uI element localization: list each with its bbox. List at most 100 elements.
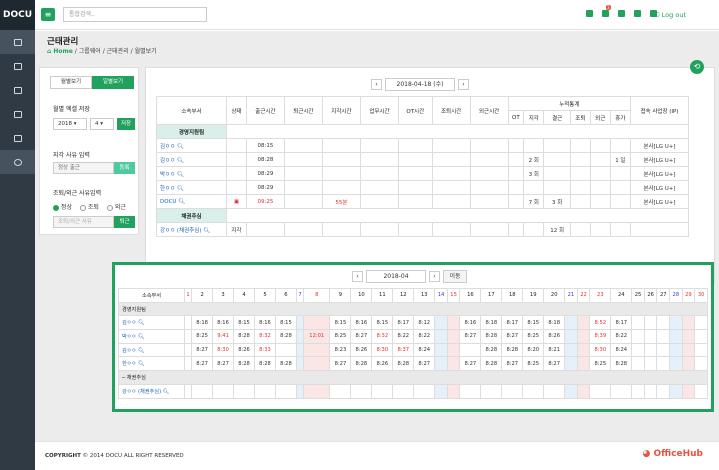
document-icon[interactable]: ▣ bbox=[234, 199, 239, 205]
employee-name-link[interactable]: 한ㅇㅇ 🔍︎ bbox=[118, 356, 185, 372]
daily-date-input[interactable]: 2018-04-18 (수) bbox=[385, 78, 455, 91]
radio-normal[interactable]: 정상 bbox=[53, 202, 72, 211]
employee-name-link[interactable]: 김ㅇㅇ 🔍︎ bbox=[118, 315, 185, 331]
logout-button[interactable]: ⎋ Log out bbox=[654, 11, 686, 20]
search-icon[interactable]: 🔍︎ bbox=[138, 348, 145, 354]
search-icon[interactable]: 🔍︎ bbox=[138, 361, 145, 367]
briefcase-icon bbox=[13, 86, 22, 94]
day-cell: 8:27 bbox=[459, 356, 482, 372]
tab-monthly[interactable]: 월별보기 bbox=[50, 76, 92, 89]
stat-cell bbox=[589, 194, 611, 209]
clock-icon bbox=[13, 158, 22, 166]
excel-save-button[interactable]: 저장 bbox=[117, 118, 135, 130]
day-cell: 8:28 bbox=[392, 356, 415, 372]
breadcrumb-item[interactable]: 그룹웨어 bbox=[79, 48, 101, 55]
collapse-icon[interactable]: ⟲ bbox=[690, 60, 704, 74]
header-row: 소속부서 상태 출근시간 퇴근시간 지각시간 업무시간 OT시간 조퇴시간 외근시간 누적통계 접속… bbox=[156, 96, 689, 125]
search-icon[interactable]: 🔍︎ bbox=[138, 320, 145, 326]
day-cell bbox=[656, 356, 671, 372]
sidebar-item-settings[interactable] bbox=[0, 126, 35, 150]
checkin-time bbox=[245, 222, 285, 237]
search-icon[interactable]: 🔍︎ bbox=[177, 172, 184, 178]
search-icon[interactable]: 🔍︎ bbox=[177, 186, 184, 192]
employee-name-link[interactable]: 강ㅇㅇ (채권추심) 🔍︎ bbox=[118, 383, 185, 399]
daily-date-bar: ‹ 2018-04-18 (수) › bbox=[371, 78, 469, 91]
stat-cell bbox=[609, 138, 632, 153]
day-cell: 8:28 bbox=[233, 356, 255, 372]
day-cell: 8:25 bbox=[589, 356, 612, 372]
year-select[interactable]: 2018 ▾ bbox=[53, 118, 87, 130]
breadcrumb-home[interactable]: ⌂ Home bbox=[47, 48, 73, 55]
day-cell: 8:25 bbox=[191, 329, 214, 344]
prev-month-button[interactable]: ‹ bbox=[352, 271, 363, 282]
employee-name-link[interactable]: 김ㅇㅇ 🔍︎ bbox=[156, 138, 227, 153]
employee-name-link[interactable]: 강ㅇㅇ (채권추심) 🔍︎ bbox=[156, 222, 227, 237]
menu-toggle-button[interactable]: ≡ bbox=[41, 8, 55, 21]
leave-button[interactable]: 퇴근 bbox=[114, 216, 135, 228]
day-cell bbox=[681, 329, 696, 344]
day-header: 26 bbox=[643, 288, 658, 303]
day-cell: 8:27 bbox=[543, 356, 566, 372]
day-cell: 8:27 bbox=[212, 356, 235, 372]
tab-daily[interactable]: 일별보기 bbox=[92, 76, 134, 89]
edit-icon[interactable] bbox=[634, 10, 641, 17]
stat-cell bbox=[543, 152, 571, 167]
sidebar-item-copy[interactable] bbox=[0, 102, 35, 126]
day-cell: 8:22 bbox=[413, 329, 436, 344]
search-icon[interactable]: 🔍︎ bbox=[177, 144, 184, 150]
breadcrumb-item[interactable]: 근태관리 bbox=[107, 48, 129, 55]
register-button[interactable]: 등록 bbox=[114, 162, 135, 174]
day-cell bbox=[576, 383, 591, 399]
next-day-button[interactable]: › bbox=[458, 79, 469, 90]
column-header: 업무시간 bbox=[359, 96, 399, 125]
breadcrumb-current: 월별보기 bbox=[134, 48, 157, 55]
mail-icon[interactable]: 3 bbox=[602, 5, 611, 17]
month-input[interactable]: 2018-04 bbox=[366, 270, 426, 283]
search-icon[interactable]: 🔍︎ bbox=[203, 228, 210, 234]
search-icon[interactable]: 🔍︎ bbox=[177, 158, 184, 164]
search-input[interactable]: 통합검색.. bbox=[63, 7, 207, 22]
column-header: 지각시간 bbox=[321, 96, 361, 125]
checkout-time bbox=[283, 138, 323, 153]
day-header: 15 bbox=[446, 288, 461, 303]
employee-name-link[interactable]: 한ㅇㅇ 🔍︎ bbox=[156, 180, 227, 195]
status-cell bbox=[226, 138, 247, 153]
move-button[interactable]: 이동 bbox=[443, 270, 467, 283]
table-row: DOCU 🔍︎ ▣ 09:25 55분 7 회3 회 본사[LG U+] bbox=[156, 194, 689, 209]
sidebar-item-briefcase[interactable] bbox=[0, 78, 35, 102]
sidebar-item-dashboard[interactable] bbox=[0, 30, 35, 54]
group-row: 경영지원팀 bbox=[118, 301, 708, 317]
day-header: 16 bbox=[459, 288, 482, 303]
employee-name-link[interactable]: 김ㅇㅇ 🔍︎ bbox=[118, 342, 185, 358]
day-cell bbox=[669, 342, 683, 358]
late-reason-input[interactable]: 정상 출근 bbox=[53, 162, 114, 174]
day-cell bbox=[610, 383, 633, 399]
early-reason-input[interactable]: 조퇴/외근 사유 bbox=[53, 216, 114, 228]
time-cell bbox=[469, 152, 509, 167]
next-month-button[interactable]: › bbox=[429, 271, 440, 282]
employee-name-link[interactable]: DOCU 🔍︎ bbox=[156, 194, 227, 209]
radio-outside[interactable]: 외근 bbox=[106, 202, 126, 211]
sidebar-item-print[interactable] bbox=[0, 54, 35, 78]
month-select[interactable]: 4 ▾ bbox=[90, 118, 114, 130]
search-icon[interactable]: 🔍︎ bbox=[178, 199, 185, 205]
day-cell bbox=[564, 329, 578, 344]
employee-name-link[interactable]: 박ㅇㅇ 🔍︎ bbox=[156, 166, 227, 181]
lock-icon[interactable] bbox=[586, 10, 593, 17]
ip-cell: 본사[LG U+] bbox=[630, 166, 689, 181]
sidebar-item-attendance[interactable] bbox=[0, 150, 35, 174]
day-cell: 8:24 bbox=[610, 342, 633, 358]
day-cell: 8:26 bbox=[233, 342, 255, 358]
day-cell: 8:26 bbox=[543, 329, 566, 344]
stat-cell bbox=[569, 166, 591, 181]
search-icon[interactable]: 🔍︎ bbox=[163, 389, 170, 395]
stat-cell: 3 회 bbox=[543, 194, 571, 209]
employee-name-link[interactable]: 김ㅇㅇ 🔍︎ bbox=[156, 152, 227, 167]
day-cell: 8:27 bbox=[501, 329, 524, 344]
employee-name-link[interactable]: 박ㅇㅇ 🔍︎ bbox=[118, 329, 185, 344]
radio-early[interactable]: 조퇴 bbox=[79, 202, 99, 211]
search-icon[interactable]: 🔍︎ bbox=[138, 334, 145, 340]
prev-day-button[interactable]: ‹ bbox=[371, 79, 382, 90]
stat-cell: 7 회 bbox=[523, 194, 545, 209]
user-icon[interactable] bbox=[618, 10, 625, 17]
